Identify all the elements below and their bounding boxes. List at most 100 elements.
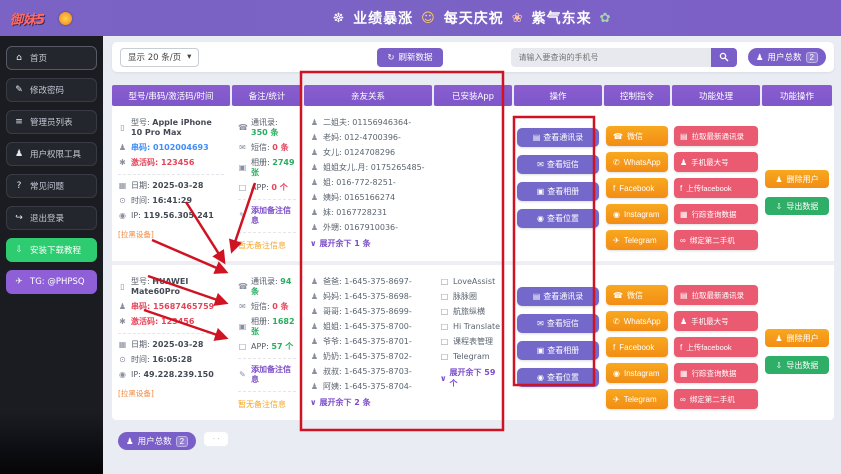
track-query-button[interactable]: ▦ 行踪查询数据 [674, 363, 758, 383]
sidebar-item-download-guide[interactable]: ⇩ 安装下载教程 [6, 238, 97, 262]
col-header-operations: 操作 [514, 85, 602, 106]
view-contacts-button[interactable]: ▤ 查看通讯录 [517, 287, 599, 306]
logout-icon: ↪ [15, 213, 23, 223]
relation-entry: 姨妈: 0165166274 [323, 193, 396, 202]
sidebar-item-admin-list[interactable]: ≡ 管理员列表 [6, 110, 97, 134]
delete-user-button[interactable]: ♟ 删除用户 [765, 170, 829, 188]
relation-entry: 二姐夫: 01156946364- [323, 118, 412, 127]
blacklist-device-link[interactable]: [拉黑设备] [118, 229, 224, 240]
sidebar-item-change-password[interactable]: ✎ 修改密码 [6, 78, 97, 102]
whatsapp-button[interactable]: ✆ WhatsApp [606, 152, 668, 172]
facebook-button[interactable]: f Facebook [606, 178, 668, 198]
col-header-device: 型号/串码/激活码/时间 [112, 85, 230, 106]
view-sms-button[interactable]: ✉ 查看短信 [517, 314, 599, 333]
person-icon: ♟ [310, 223, 319, 232]
sms-icon: ✉ [239, 302, 246, 311]
app-icon: □ [440, 307, 449, 316]
functions-cell: ▤ 拉取最新通讯录 ♟ 手机最大号 f 上传facebook ▦ 行踪查询数据 [672, 273, 760, 414]
app-entry: 课程表管理 [453, 337, 493, 346]
expand-apps-link[interactable]: ∨ 展开余下 59 个 [440, 367, 506, 389]
app-entry: 航旅纵横 [453, 307, 485, 316]
fetch-contacts-button[interactable]: ▤ 拉取最新通讯录 [674, 126, 758, 146]
ip-value: 119.56.305.241 [143, 211, 214, 220]
date-value: 2025-03-28 [152, 340, 204, 349]
whatsapp-button[interactable]: ✆ WhatsApp [606, 311, 668, 331]
user-total-button-bottom[interactable]: ♟ 用户总数 2 [118, 432, 197, 450]
export-data-button[interactable]: ⇩ 导出数据 [765, 197, 829, 215]
add-note-link[interactable]: 添加备注信息 [251, 206, 296, 226]
link-icon: ∞ [680, 235, 686, 245]
search-input[interactable] [510, 47, 711, 67]
wechat-button[interactable]: ☎ 微信 [606, 126, 668, 146]
apps-cell: □ LoveAssist □ 脉脉圈 □ 航旅纵横 □ Hi Translate □ 课程… [434, 273, 512, 414]
view-album-button[interactable]: ▣ 查看相册 [517, 341, 599, 360]
person-icon: ♟ [310, 292, 319, 301]
list-icon: ≡ [15, 117, 23, 127]
fetch-contacts-button[interactable]: ▤ 拉取最新通讯录 [674, 285, 758, 305]
expand-relations-link[interactable]: ∨ 展开余下 2 条 [310, 397, 371, 408]
facebook-button[interactable]: f Facebook [606, 337, 668, 357]
relations-cell: ♟ 二姐夫: 01156946364- ♟ 老妈: 012-4700396- ♟ 女儿… [304, 114, 432, 255]
phone-main-account-button[interactable]: ♟ 手机最大号 [674, 311, 758, 331]
export-data-button[interactable]: ⇩ 导出数据 [765, 356, 829, 374]
download-icon: ⇩ [775, 360, 783, 370]
contacts-book-icon: ▤ [532, 292, 541, 301]
instagram-button[interactable]: ◉ Instagram [606, 363, 668, 383]
sidebar-item-label: 常见问题 [30, 182, 65, 192]
sidebar-item-logout[interactable]: ↪ 退出登录 [6, 206, 97, 230]
add-note-link[interactable]: 添加备注信息 [251, 365, 296, 385]
time-label: 时间: [131, 196, 150, 205]
actions-cell: ♟ 删除用户 ⇩ 导出数据 [762, 273, 832, 414]
sms-label: 短信: [251, 143, 270, 152]
phone-main-account-button[interactable]: ♟ 手机最大号 [674, 152, 758, 172]
instagram-button[interactable]: ◉ Instagram [606, 204, 668, 224]
search-group [510, 47, 737, 67]
contacts-book-icon: ▤ [680, 131, 688, 141]
telegram-button[interactable]: ✈ Telegram [606, 230, 668, 250]
relation-entry: 爸爸: 1-645-375-8697- [323, 277, 412, 286]
refresh-data-button[interactable]: ↻ 刷新数据 [377, 47, 443, 67]
clock-icon: ⊙ [119, 196, 126, 205]
view-location-button[interactable]: ◉ 查看位置 [517, 209, 599, 228]
facebook-icon: f [680, 342, 683, 352]
phone-icon: ▯ [120, 123, 125, 132]
question-icon: ? [16, 181, 22, 191]
album-label: 相册: [251, 158, 270, 167]
expand-relations-link[interactable]: ∨ 展开余下 1 条 [310, 238, 371, 249]
view-contacts-button[interactable]: ▤ 查看通讯录 [517, 128, 599, 147]
sms-count: 0 条 [272, 143, 289, 152]
whatsapp-icon: ✆ [613, 316, 620, 326]
view-location-button[interactable]: ◉ 查看位置 [517, 368, 599, 387]
blacklist-device-link[interactable]: [拉黑设备] [118, 388, 224, 399]
time-value: 16:05:28 [152, 355, 193, 364]
pin-icon: ◉ [537, 214, 544, 223]
search-button[interactable] [710, 47, 737, 67]
page-size-select[interactable]: 显示 20 条/页 ▾ [120, 47, 200, 67]
bind-second-phone-button[interactable]: ∞ 绑定第二手机 [674, 389, 758, 409]
user-icon: ♟ [14, 149, 24, 159]
sidebar-item-home[interactable]: ⌂ 首页 [6, 46, 97, 70]
pagination-control[interactable]: · · [204, 432, 229, 446]
device-cell: ▯ 型号: HUAWEI Mate60Pro ♟ 串码: 15687465759… [112, 273, 230, 414]
wechat-button[interactable]: ☎ 微信 [606, 285, 668, 305]
divider [238, 199, 296, 200]
sidebar-item-faq[interactable]: ? 常见问题 [6, 174, 97, 198]
upload-facebook-button[interactable]: f 上传facebook [674, 337, 758, 357]
sidebar-item-telegram-contact[interactable]: ✈ TG: @PHPSQ [6, 270, 97, 294]
logo-zone: 御妹5 [0, 9, 103, 28]
sidebar-item-user-permission-tools[interactable]: ♟ 用户权限工具 [6, 142, 97, 166]
view-album-button[interactable]: ▣ 查看相册 [517, 182, 599, 201]
telegram-button[interactable]: ✈ Telegram [606, 389, 668, 409]
bind-second-phone-button[interactable]: ∞ 绑定第二手机 [674, 230, 758, 250]
track-query-button[interactable]: ▦ 行踪查询数据 [674, 204, 758, 224]
admin-dashboard: 御妹5 ☸ 业绩暴涨 ☺ 每天庆祝 ❀ 紫气东来 ✿ ⌂ 首页 ✎ 修改密码 ≡… [0, 0, 841, 474]
image-icon: ▣ [536, 346, 545, 355]
upload-facebook-button[interactable]: f 上传facebook [674, 178, 758, 198]
contacts-count: 350 条 [251, 128, 279, 137]
relation-entry: 外甥: 0167910036- [323, 223, 399, 232]
user-total-button[interactable]: ♟ 用户总数 2 [747, 48, 826, 66]
view-sms-button[interactable]: ✉ 查看短信 [517, 155, 599, 174]
delete-user-button[interactable]: ♟ 删除用户 [765, 329, 829, 347]
logo-badge-icon [59, 11, 73, 25]
person-icon: ♟ [775, 174, 783, 184]
